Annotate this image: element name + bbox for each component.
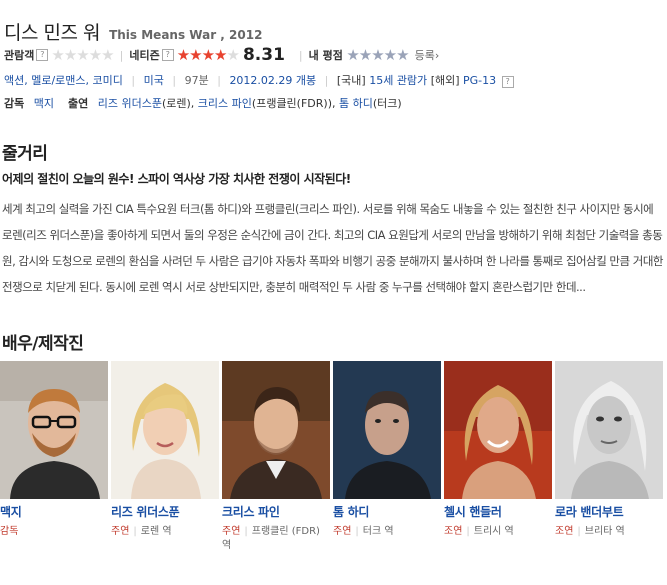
cast-role-kind: 감독 (0, 526, 19, 537)
divider: | (577, 526, 581, 537)
cast-role-kind: 조연 (555, 526, 574, 537)
cast-card[interactable]: 톰 하디 주연 | 터크 역 (333, 361, 441, 539)
overseas-rating-link[interactable]: PG-13 (463, 74, 496, 87)
divider: | (244, 526, 248, 537)
release-date-link[interactable]: 2012.02.29 개봉 (229, 74, 316, 87)
cast-name[interactable]: 맥지 (0, 503, 108, 520)
cast-role-kind: 조연 (444, 526, 463, 537)
cast-label: 출연 (68, 97, 89, 110)
divider: | (133, 526, 137, 537)
cast-role: 조연 | 트리시 역 (444, 525, 552, 539)
domestic-rating-link[interactable]: 15세 관람가 (369, 74, 427, 87)
cast-card[interactable]: 첼시 핸들러 조연 | 트리시 역 (444, 361, 552, 539)
cast-character: 로렌 역 (140, 526, 172, 537)
cast-role: 조연 | 브리타 역 (555, 525, 663, 539)
cast-name[interactable]: 첼시 핸들러 (444, 503, 552, 520)
cast-role-kind: 주연 (111, 526, 130, 537)
divider: | (217, 74, 221, 87)
divider: | (172, 74, 177, 87)
cast-role: 주연 | 프랭클린 (FDR) 역 (222, 525, 330, 553)
cast-name[interactable]: 로라 밴더부트 (555, 503, 663, 520)
movie-info-row: 액션, 멜로/로맨스, 코미디 | 미국 | 97분 | 2012.02.29 … (4, 72, 517, 88)
cast-card[interactable]: 로라 밴더부트 조연 | 브리타 역 (555, 361, 663, 539)
cast-role-kind: 주연 (222, 526, 241, 537)
my-rating-stars[interactable]: ★★★★★ (346, 46, 409, 64)
cast-role-kind: 주연 (333, 526, 352, 537)
actor-link[interactable]: 크리스 파인 (198, 97, 252, 110)
register-rating-link[interactable]: 등록› (415, 47, 440, 63)
cast-name[interactable]: 톰 하디 (333, 503, 441, 520)
synopsis-tagline: 어제의 절친이 오늘의 원수! 스파이 역사상 가장 치사한 전쟁이 시작된다! (2, 172, 351, 186)
cast-card[interactable]: 크리스 파인 주연 | 프랭클린 (FDR) 역 (222, 361, 330, 553)
synopsis-body: 세계 최고의 실력을 가진 CIA 특수요원 터크(톰 하디)와 프랭클린(크리… (2, 202, 663, 294)
cast-role: 주연 | 터크 역 (333, 525, 441, 539)
help-icon[interactable]: ? (501, 76, 514, 88)
cast-name[interactable]: 리즈 위더스푼 (111, 503, 219, 520)
actor-role: (프랭클린(FDR)) (251, 97, 332, 110)
actor-link[interactable]: 톰 하디 (339, 97, 373, 110)
divider: | (131, 74, 136, 87)
help-icon[interactable]: ? (36, 49, 49, 61)
director-link[interactable]: 맥지 (34, 97, 54, 110)
cast-role: 감독 (0, 525, 108, 539)
portrait-icon[interactable] (333, 361, 441, 499)
cast-card[interactable]: 맥지 감독 (0, 361, 108, 539)
cast-character: 브리타 역 (584, 526, 625, 537)
movie-title-row: 디스 민즈 워 This Means War , 2012 (4, 18, 262, 45)
portrait-icon[interactable] (0, 361, 108, 499)
overseas-tag: [해외] (430, 74, 460, 87)
genre-links[interactable]: 액션, 멜로/로맨스, 코미디 (4, 74, 123, 87)
divider: | (324, 74, 329, 87)
netizen-score: 8.31 (242, 45, 285, 65)
divider: | (119, 48, 124, 62)
help-icon[interactable]: ? (161, 49, 174, 61)
synopsis-heading: 줄거리 (2, 144, 48, 164)
portrait-icon[interactable] (222, 361, 330, 499)
portrait-icon[interactable] (555, 361, 663, 499)
cast-character: 트리시 역 (473, 526, 514, 537)
country-link[interactable]: 미국 (144, 74, 164, 87)
cast-character: 터크 역 (362, 526, 394, 537)
portrait-icon[interactable] (111, 361, 219, 499)
movie-title-korean: 디스 민즈 워 (4, 22, 100, 44)
actor-link[interactable]: 리즈 위더스푼 (98, 97, 162, 110)
director-label: 감독 (4, 97, 25, 110)
domestic-tag: [국내] (336, 74, 366, 87)
netizen-stars: ★★★★★ (176, 46, 240, 64)
netizen-rating-label: 네티즌 (129, 49, 160, 62)
portrait-icon[interactable] (444, 361, 552, 499)
actor-role: (로렌) (161, 97, 191, 110)
divider: | (355, 526, 359, 537)
cast-role: 주연 | 로렌 역 (111, 525, 219, 539)
cast-name[interactable]: 크리스 파인 (222, 503, 330, 520)
audience-rating-label: 관람객 (4, 49, 35, 62)
divider: | (298, 48, 303, 62)
audience-stars: ★★★★★ (51, 46, 114, 64)
rating-row: 관람객 ? ★★★★★ | 네티즌 ? ★★★★★ 8.31 | 내 평점 ★★… (4, 45, 439, 65)
my-rating-label: 내 평점 (308, 49, 343, 62)
actor-role: (터크) (372, 97, 402, 110)
runtime: 97분 (184, 74, 209, 87)
credits-row: 감독 맥지 출연 리즈 위더스푼(로렌), 크리스 파인(프랭클린(FDR)),… (4, 97, 402, 110)
cast-card[interactable]: 리즈 위더스푼 주연 | 로렌 역 (111, 361, 219, 539)
divider: | (466, 526, 470, 537)
cast-crew-heading: 배우/제작진 (2, 334, 84, 354)
movie-title-english: This Means War , 2012 (109, 28, 263, 42)
cast-list: 맥지 감독 리즈 위더스푼 주연 | 로렌 역 크리스 파인 주연 | 프랭클린… (0, 361, 667, 571)
